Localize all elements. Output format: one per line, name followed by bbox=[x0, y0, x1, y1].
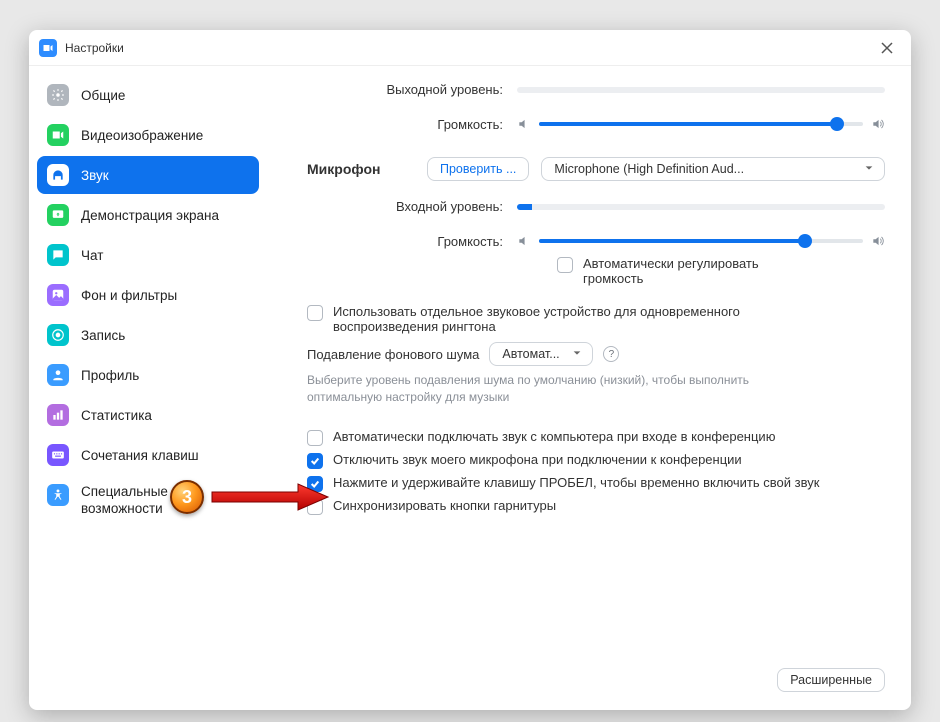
auto-gain-row: Автоматически регулировать громкость bbox=[307, 256, 885, 286]
sidebar: Общие Видеоизображение Звук Демонстрация… bbox=[29, 66, 267, 710]
gear-icon bbox=[47, 84, 69, 106]
output-volume-label: Громкость: bbox=[307, 117, 517, 132]
headphones-icon bbox=[47, 164, 69, 186]
window-title: Настройки bbox=[65, 41, 124, 55]
ringtone-device-row: Использовать отдельное звуковое устройст… bbox=[307, 304, 885, 334]
help-icon[interactable]: ? bbox=[603, 346, 619, 362]
sidebar-item-share[interactable]: Демонстрация экрана bbox=[37, 196, 259, 234]
output-level-meter bbox=[517, 87, 885, 93]
opt-label: Отключить звук моего микрофона при подкл… bbox=[333, 452, 742, 467]
mic-test-button[interactable]: Проверить ... bbox=[427, 157, 529, 181]
background-icon bbox=[47, 284, 69, 306]
output-volume-slider[interactable] bbox=[539, 115, 863, 133]
share-screen-icon bbox=[47, 204, 69, 226]
input-volume-slider[interactable] bbox=[539, 232, 863, 250]
auto-gain-checkbox[interactable] bbox=[557, 257, 573, 273]
ringtone-label: Использовать отдельное звуковое устройст… bbox=[333, 304, 803, 334]
ringtone-checkbox[interactable] bbox=[307, 305, 323, 321]
opt-space-to-unmute: Нажмите и удерживайте клавишу ПРОБЕЛ, чт… bbox=[307, 475, 885, 492]
sidebar-item-label: Демонстрация экрана bbox=[81, 208, 219, 223]
input-level-meter bbox=[517, 204, 885, 210]
sidebar-item-label: Статистика bbox=[81, 408, 152, 423]
keyboard-icon bbox=[47, 444, 69, 466]
sidebar-item-recording[interactable]: Запись bbox=[37, 316, 259, 354]
noise-suppression-row: Подавление фонового шума Автомат... ? bbox=[307, 342, 885, 366]
chevron-down-icon bbox=[864, 162, 874, 176]
sidebar-item-label: Специальные возможности bbox=[81, 484, 249, 518]
stats-icon bbox=[47, 404, 69, 426]
sidebar-item-shortcuts[interactable]: Сочетания клавиш bbox=[37, 436, 259, 474]
video-icon bbox=[47, 124, 69, 146]
mic-device-select[interactable]: Microphone (High Definition Aud... bbox=[541, 157, 885, 181]
sidebar-item-label: Звук bbox=[81, 168, 109, 183]
sidebar-item-label: Сочетания клавиш bbox=[81, 448, 199, 463]
sidebar-item-label: Профиль bbox=[81, 368, 139, 383]
input-level-label: Входной уровень: bbox=[307, 199, 517, 214]
opt-mute-on-join: Отключить звук моего микрофона при подкл… bbox=[307, 452, 885, 469]
sidebar-item-background[interactable]: Фон и фильтры bbox=[37, 276, 259, 314]
close-button[interactable] bbox=[873, 34, 901, 62]
sidebar-item-accessibility[interactable]: Специальные возможности bbox=[37, 476, 259, 526]
noise-suppression-select[interactable]: Автомат... bbox=[489, 342, 593, 366]
sidebar-item-label: Запись bbox=[81, 328, 125, 343]
opt-checkbox-0[interactable] bbox=[307, 430, 323, 446]
sidebar-item-profile[interactable]: Профиль bbox=[37, 356, 259, 394]
chevron-down-icon bbox=[572, 347, 582, 361]
sidebar-item-general[interactable]: Общие bbox=[37, 76, 259, 114]
sidebar-item-audio[interactable]: Звук bbox=[37, 156, 259, 194]
settings-window: Настройки Общие Видеоизображение Звук Де… bbox=[29, 30, 911, 710]
input-level-row: Входной уровень: bbox=[307, 199, 885, 214]
sidebar-item-label: Чат bbox=[81, 248, 103, 263]
sidebar-item-video[interactable]: Видеоизображение bbox=[37, 116, 259, 154]
sidebar-item-statistics[interactable]: Статистика bbox=[37, 396, 259, 434]
volume-high-icon bbox=[871, 117, 885, 131]
opt-checkbox-2[interactable] bbox=[307, 476, 323, 492]
microphone-heading: Микрофон bbox=[307, 161, 427, 177]
content-pane: Выходной уровень: Громкость: Микрофон bbox=[267, 66, 911, 710]
chat-icon bbox=[47, 244, 69, 266]
output-level-row: Выходной уровень: bbox=[307, 82, 885, 97]
app-icon bbox=[39, 39, 57, 57]
sidebar-item-chat[interactable]: Чат bbox=[37, 236, 259, 274]
opt-auto-join-audio: Автоматически подключать звук с компьюте… bbox=[307, 429, 885, 446]
sidebar-item-label: Фон и фильтры bbox=[81, 288, 177, 303]
accessibility-icon bbox=[47, 484, 69, 506]
opt-label: Автоматически подключать звук с компьюте… bbox=[333, 429, 775, 444]
opt-checkbox-3[interactable] bbox=[307, 499, 323, 515]
profile-icon bbox=[47, 364, 69, 386]
input-volume-row: Громкость: bbox=[307, 232, 885, 250]
opt-checkbox-1[interactable] bbox=[307, 453, 323, 469]
record-icon bbox=[47, 324, 69, 346]
opt-label: Синхронизировать кнопки гарнитуры bbox=[333, 498, 556, 513]
auto-gain-label: Автоматически регулировать громкость bbox=[583, 256, 803, 286]
volume-low-icon bbox=[517, 234, 531, 248]
noise-label: Подавление фонового шума bbox=[307, 347, 479, 362]
input-volume-label: Громкость: bbox=[307, 234, 517, 249]
opt-sync-headset: Синхронизировать кнопки гарнитуры bbox=[307, 498, 885, 515]
noise-value: Автомат... bbox=[502, 347, 559, 361]
noise-description: Выберите уровень подавления шума по умол… bbox=[307, 372, 827, 407]
microphone-row: Микрофон Проверить ... Microphone (High … bbox=[307, 157, 885, 181]
titlebar: Настройки bbox=[29, 30, 911, 66]
sidebar-item-label: Видеоизображение bbox=[81, 128, 203, 143]
mic-device-value: Microphone (High Definition Aud... bbox=[554, 162, 744, 176]
window-body: Общие Видеоизображение Звук Демонстрация… bbox=[29, 66, 911, 710]
volume-low-icon bbox=[517, 117, 531, 131]
sidebar-item-label: Общие bbox=[81, 88, 125, 103]
opt-label: Нажмите и удерживайте клавишу ПРОБЕЛ, чт… bbox=[333, 475, 819, 490]
output-level-label: Выходной уровень: bbox=[307, 82, 517, 97]
output-volume-row: Громкость: bbox=[307, 115, 885, 133]
advanced-button[interactable]: Расширенные bbox=[777, 668, 885, 692]
volume-high-icon bbox=[871, 234, 885, 248]
